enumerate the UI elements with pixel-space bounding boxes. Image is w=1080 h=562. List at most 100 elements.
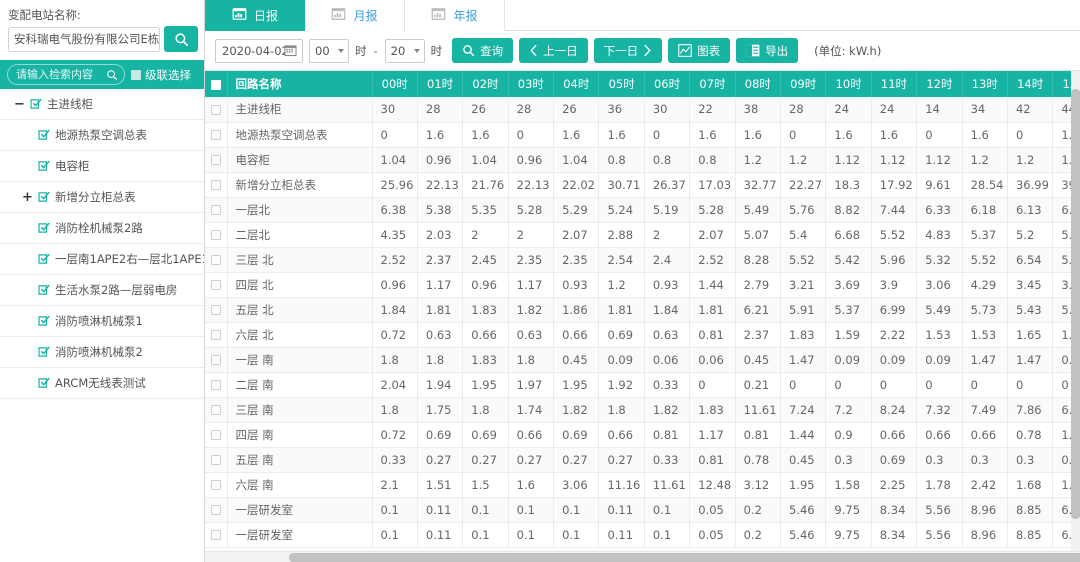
row-checkbox[interactable] [211,380,221,390]
row-checkbox[interactable] [211,405,221,415]
table-row[interactable]: 二层北4.352.03222.072.8822.075.075.46.685.5… [205,222,1080,247]
row-select-cell[interactable] [205,122,227,147]
table-row[interactable]: 六层 南2.11.511.51.63.0611.1611.6112.483.12… [205,472,1080,497]
tree-item[interactable]: 消防喷淋机械泵1 [0,306,204,337]
value-cell: 5.49 [917,297,962,322]
expand-icon[interactable]: + [22,192,33,203]
row-select-cell[interactable] [205,397,227,422]
row-checkbox[interactable] [211,105,221,115]
row-checkbox[interactable] [211,205,221,215]
table-row[interactable]: 电容柜1.040.961.040.961.040.80.80.81.21.21.… [205,147,1080,172]
tree-item[interactable]: 消防喷淋机械泵2 [0,337,204,368]
table-row[interactable]: 四层 北0.961.170.961.170.931.20.931.442.793… [205,272,1080,297]
chart-button[interactable]: 图表 [668,38,730,63]
value-cell: 5.37 [962,222,1007,247]
tree-item[interactable]: 地源热泵空调总表 [0,120,204,151]
value-cell: 1.04 [372,147,417,172]
export-button[interactable]: 导出 [736,38,798,63]
tree-item[interactable]: −主进线柜 [0,89,204,120]
row-checkbox[interactable] [211,255,221,265]
row-checkbox[interactable] [211,280,221,290]
collapse-icon[interactable]: − [14,99,25,110]
row-checkbox[interactable] [211,305,221,315]
row-select-cell[interactable] [205,147,227,172]
row-checkbox[interactable] [211,180,221,190]
table-row[interactable]: 六层 北0.720.630.660.630.660.690.630.812.37… [205,322,1080,347]
tree-item[interactable]: ARCM无线表测试 [0,368,204,399]
row-checkbox[interactable] [211,505,221,515]
hour-from-select[interactable]: 00 [309,39,349,63]
row-select-cell[interactable] [205,497,227,522]
value-cell: 28.54 [962,172,1007,197]
row-checkbox[interactable] [211,330,221,340]
row-select-cell[interactable] [205,422,227,447]
table-row[interactable]: 四层 南0.720.690.690.660.690.660.811.170.81… [205,422,1080,447]
row-checkbox[interactable] [211,130,221,140]
tab-yearly[interactable]: 年报 [405,0,505,31]
query-button[interactable]: 查询 [452,38,513,63]
report-table-head: 回路名称00时01时02时03时04时05时06时07时08时09时10时11时… [205,71,1080,97]
cascade-select-toggle[interactable]: 级联选择 [131,67,191,83]
circuit-name-cell: 一层北 [227,197,372,222]
table-row[interactable]: 地源热泵空调总表01.61.601.61.601.61.601.61.601.6… [205,122,1080,147]
table-row[interactable]: 一层研发室0.10.110.10.10.10.110.10.050.25.469… [205,522,1080,547]
cascade-select-label: 级联选择 [145,67,191,83]
table-row[interactable]: 一层 南1.81.81.831.80.450.090.060.060.451.4… [205,347,1080,372]
tab-monthly[interactable]: 月报 [305,0,405,31]
table-row[interactable]: 一层研发室0.10.110.10.10.10.110.10.050.25.469… [205,497,1080,522]
prev-day-button[interactable]: 上一日 [519,38,588,63]
row-select-cell[interactable] [205,222,227,247]
tree-item[interactable]: 消防栓机械泵2路 [0,213,204,244]
row-select-cell[interactable] [205,172,227,197]
row-select-cell[interactable] [205,447,227,472]
row-checkbox[interactable] [211,455,221,465]
value-cell: 1.6 [599,122,644,147]
tree-item[interactable]: 生活水泵2路—层弱电房 [0,275,204,306]
row-select-cell[interactable] [205,272,227,297]
table-row[interactable]: 五层 南0.330.270.270.270.270.270.330.810.78… [205,447,1080,472]
row-select-cell[interactable] [205,297,227,322]
row-select-cell[interactable] [205,97,227,122]
value-cell: 0.27 [554,447,599,472]
vertical-scrollbar-thumb[interactable] [1071,89,1080,519]
value-cell: 0 [826,372,871,397]
row-select-cell[interactable] [205,347,227,372]
vertical-scrollbar[interactable] [1071,71,1080,562]
row-checkbox[interactable] [211,155,221,165]
row-checkbox[interactable] [211,355,221,365]
row-select-cell[interactable] [205,322,227,347]
row-select-cell[interactable] [205,472,227,497]
table-row[interactable]: 五层 北1.841.811.831.821.861.811.841.816.21… [205,297,1080,322]
table-row[interactable]: 三层 南1.81.751.81.741.821.81.821.8311.617.… [205,397,1080,422]
row-select-cell[interactable] [205,522,227,547]
row-select-cell[interactable] [205,372,227,397]
station-name-input[interactable]: 安科瑞电气股份有限公司E栋 [8,27,160,52]
select-all-header[interactable] [205,71,227,97]
row-checkbox[interactable] [211,230,221,240]
tree-item[interactable]: 一层南1APE2右—层北1APE1左 [0,244,204,275]
tree-item[interactable]: +新增分立柜总表 [0,182,204,213]
tab-daily[interactable]: 日报 [205,0,305,31]
hour-to-select[interactable]: 20 [385,39,425,63]
value-cell: 0.1 [554,522,599,547]
station-search-button[interactable] [164,26,198,52]
tree-search-input[interactable]: 请输入检索内容 [7,64,125,85]
date-picker[interactable]: 2020-04-02 [215,39,303,63]
tree-item[interactable]: 电容柜 [0,151,204,182]
table-row[interactable]: 一层北6.385.385.355.285.295.245.195.285.495… [205,197,1080,222]
horizontal-scrollbar-thumb[interactable] [289,553,1080,562]
row-select-cell[interactable] [205,197,227,222]
table-row[interactable]: 主进线柜302826282636302238282424143442444844… [205,97,1080,122]
select-all-checkbox[interactable] [211,80,221,90]
row-checkbox[interactable] [211,480,221,490]
row-select-cell[interactable] [205,247,227,272]
row-checkbox[interactable] [211,530,221,540]
horizontal-scrollbar[interactable] [205,551,1080,562]
table-row[interactable]: 新增分立柜总表25.9622.1321.7622.1322.0230.7126.… [205,172,1080,197]
table-row[interactable]: 三层 北2.522.372.452.352.352.542.42.528.285… [205,247,1080,272]
row-checkbox[interactable] [211,430,221,440]
table-row[interactable]: 二层 南2.041.941.951.971.951.920.3300.21000… [205,372,1080,397]
value-cell: 1.84 [644,297,689,322]
next-day-button[interactable]: 下一日 [594,38,663,63]
cascade-checkbox[interactable] [131,70,141,80]
